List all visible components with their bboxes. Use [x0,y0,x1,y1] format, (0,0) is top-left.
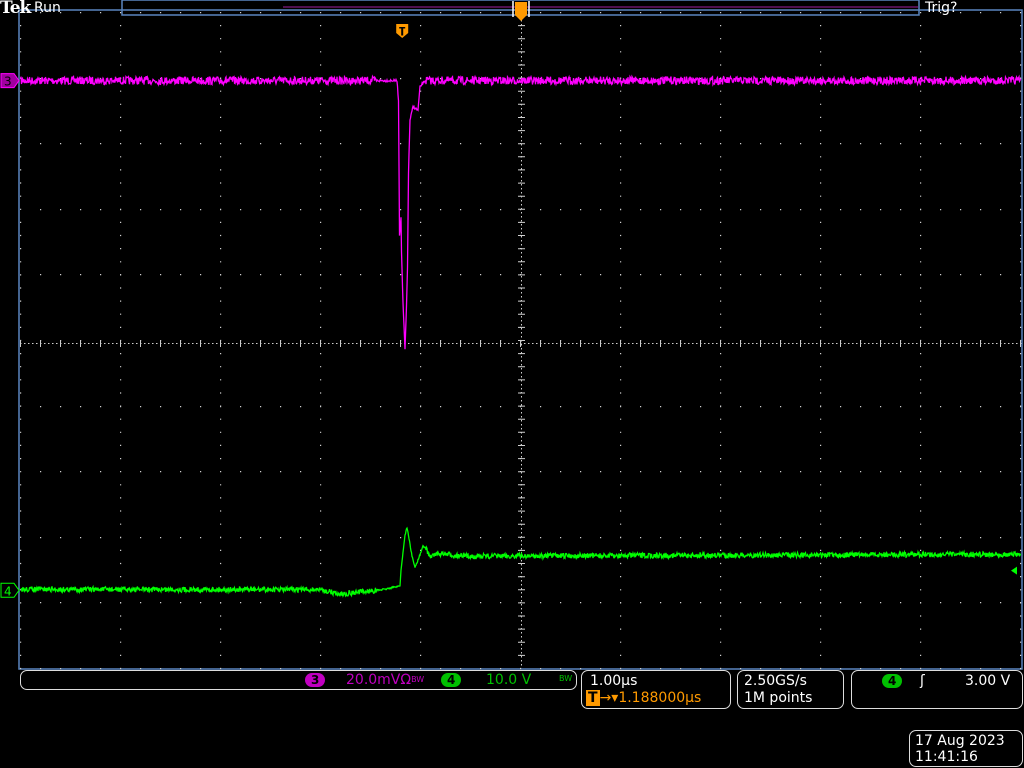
waveform-display: 34 [0,0,1023,670]
datetime-panel: 17 Aug 2023 11:41:16 [909,730,1023,767]
trigger-level: 3.00 V [965,673,1011,689]
acquisition-panel[interactable]: 2.50GS/s 1M points [737,670,844,709]
grid-dots [20,12,1022,670]
trigger-panel[interactable]: 4 ʃ 3.00 V [851,670,1023,709]
time: 11:41:16 [915,749,978,765]
ch4-scale: 10.0 V [486,672,532,688]
ch4-marker-label: 4 [4,584,12,598]
trigger-position: T →▾1.188000µs [586,690,702,706]
expansion-point-marker [515,2,527,21]
ch3-ground-marker: 3 [0,73,20,89]
brand-logo: Tek [0,0,31,18]
ch3-badge[interactable]: 3 [305,673,326,687]
ch4-bw: BW [559,674,573,683]
ch4-ground-marker: 4 [0,582,20,598]
trigger-level-marker [1011,566,1017,575]
time-per-div: 1.00µs [590,673,638,689]
rising-edge-icon: ʃ [920,673,925,689]
graticule-frame [18,9,1023,670]
trace-ch4 [20,526,1022,598]
sample-rate: 2.50GS/s [744,673,807,689]
acquisition-state: Run [34,0,61,16]
trigger-source-badge: 4 [882,674,903,688]
timebase-panel[interactable]: 1.00µs T →▾1.188000µs [581,670,731,709]
trigger-icon: T [586,690,600,706]
record-length: 1M points [744,690,813,706]
ch3-marker-label: 3 [4,75,12,89]
vertical-settings-panel[interactable]: 3 20.0mVΩBW 4 10.0 V BW [20,670,577,690]
graticule [18,0,1023,670]
ch3-scale: 20.0mVΩBW [346,672,425,688]
trigger-status: Trig? [925,0,958,16]
ch4-badge[interactable]: 4 [441,673,462,687]
date: 17 Aug 2023 [915,733,1005,749]
